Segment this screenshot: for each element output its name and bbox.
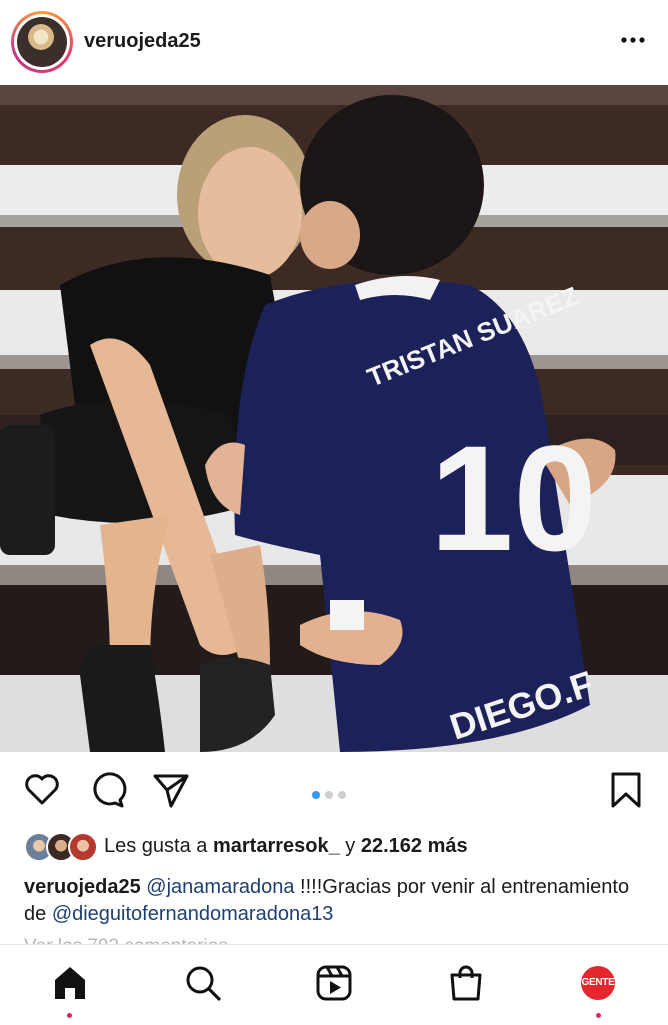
post-caption: veruojeda25 @janamaradona !!!!Gracias po… [24,874,644,928]
post-actions [0,770,668,814]
avatar-image [17,17,67,67]
profile-notification-dot [596,1013,601,1018]
carousel-indicator [312,786,351,799]
likes-user[interactable]: martarresok_ [213,835,340,857]
likes-middle: y [339,835,361,857]
profile-avatar[interactable]: GENTE [581,966,615,1000]
likes-prefix: Les gusta a [104,835,213,857]
search-icon[interactable] [183,963,223,1003]
liker-avatar [68,832,98,862]
likes-text: Les gusta a martarresok_ y 22.162 más [104,835,468,858]
caption-username[interactable]: veruojeda25 [24,876,141,898]
send-icon[interactable] [151,770,191,810]
author-username[interactable]: veruojeda25 [84,30,201,53]
jersey-number-text: 10 [430,414,597,582]
comment-icon[interactable] [87,770,127,810]
caption-mention[interactable]: @dieguitofernandomaradona13 [52,903,334,925]
post-header: veruojeda25 [0,0,668,85]
author-avatar[interactable] [11,11,73,73]
home-icon[interactable] [50,963,90,1003]
home-notification-dot [67,1013,72,1018]
carousel-dot [325,791,333,799]
carousel-dot [338,791,346,799]
reels-icon[interactable] [314,963,354,1003]
caption-mention[interactable]: @janamaradona [146,876,294,898]
post-photo[interactable]: TRISTAN SUAREZ 10 DIEGO.F [0,85,668,752]
heart-icon[interactable] [22,770,62,810]
likes-row[interactable]: Les gusta a martarresok_ y 22.162 más [24,830,644,864]
likes-count[interactable]: 22.162 más [361,835,468,857]
carousel-dot-active [312,791,320,799]
bookmark-icon[interactable] [606,770,646,810]
bottom-tab-bar: GENTE [0,944,668,1025]
more-horizontal-icon[interactable] [620,30,646,50]
shop-icon[interactable] [446,963,486,1003]
photo-illustration: TRISTAN SUAREZ 10 DIEGO.F [0,85,668,752]
